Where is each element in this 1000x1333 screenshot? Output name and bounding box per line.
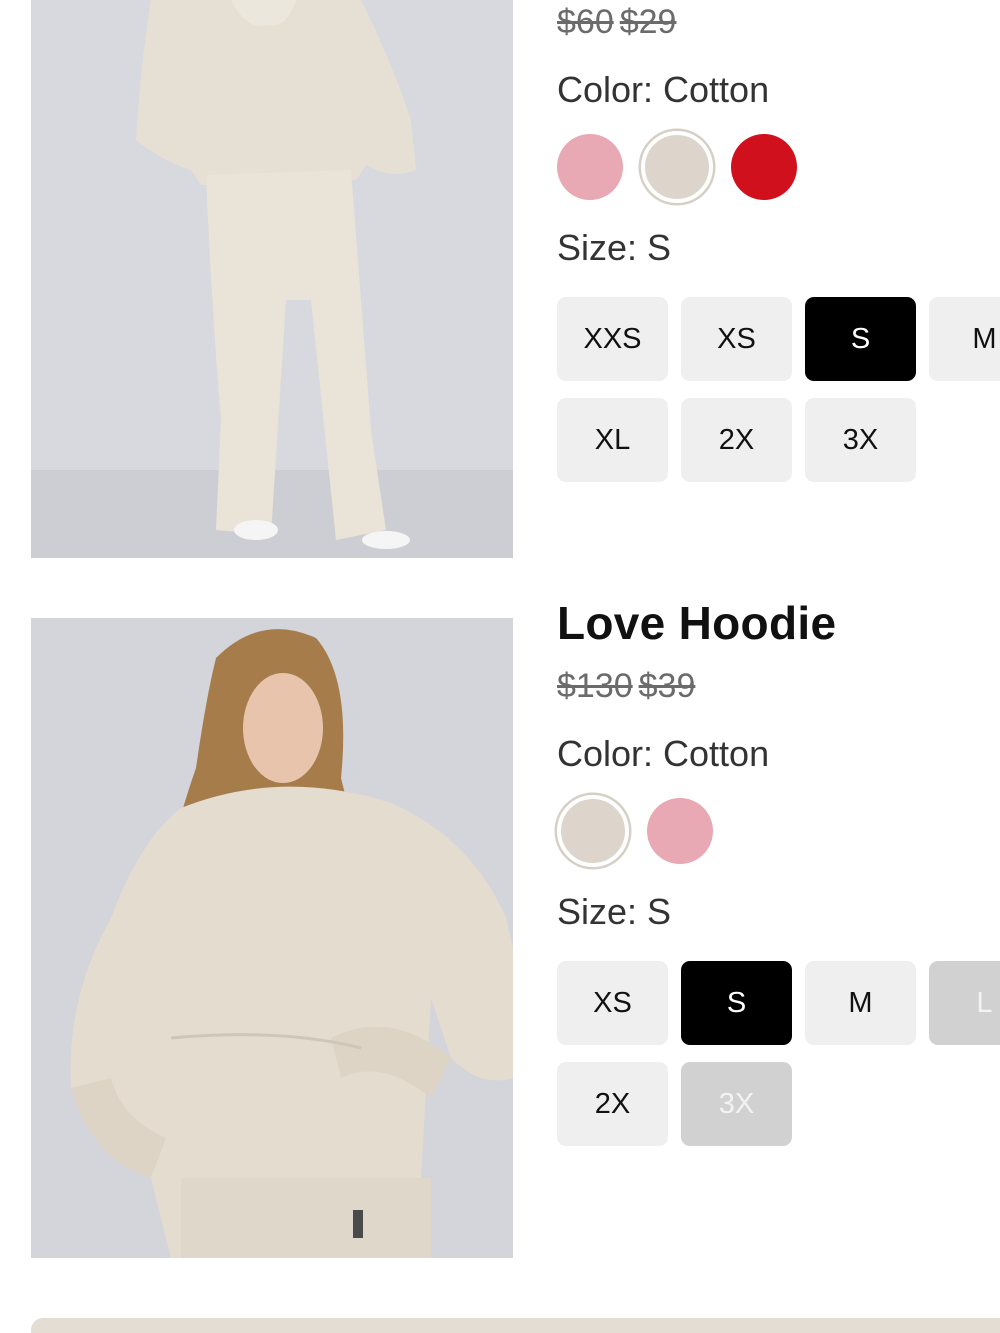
color-swatch-cotton[interactable] xyxy=(641,131,713,203)
size-button-s[interactable]: S xyxy=(681,961,792,1045)
size-button-l[interactable]: L xyxy=(929,961,1000,1045)
size-button-xxs[interactable]: XXS xyxy=(557,297,668,381)
size-button-xl[interactable]: XL xyxy=(557,398,668,482)
color-swatches xyxy=(557,128,1000,206)
size-label: Size: S xyxy=(557,227,672,268)
size-button-m[interactable]: M xyxy=(929,297,1000,381)
next-product-card-edge xyxy=(31,1318,1000,1333)
model-in-tracksuit-image xyxy=(31,0,513,558)
product-image[interactable] xyxy=(31,0,513,558)
product-image[interactable] xyxy=(31,618,513,1258)
size-options: XXS XS S M XL 2X 3X xyxy=(557,297,1000,482)
color-swatch-cotton[interactable] xyxy=(557,795,629,867)
color-swatch-pink[interactable] xyxy=(647,798,713,864)
original-price: $130 xyxy=(557,667,633,705)
size-options: XS S M L 2X 3X xyxy=(557,961,1000,1146)
color-swatch-red[interactable] xyxy=(731,134,797,200)
color-swatches xyxy=(557,792,1000,870)
size-button-2x[interactable]: 2X xyxy=(681,398,792,482)
size-button-2x[interactable]: 2X xyxy=(557,1062,668,1146)
product-title[interactable]: Love Hoodie xyxy=(557,596,1000,650)
product-info: $60 $29 Color: Cotton Size: S XXS XS S M … xyxy=(557,0,1000,482)
color-swatch-pink[interactable] xyxy=(557,134,623,200)
original-price: $60 xyxy=(557,3,614,41)
product-info: Love Hoodie $130 $39 Color: Cotton Size: … xyxy=(557,596,1000,1146)
size-button-xs[interactable]: XS xyxy=(557,961,668,1045)
size-button-3x[interactable]: 3X xyxy=(681,1062,792,1146)
color-label: Color: Cotton xyxy=(557,69,770,110)
color-label: Color: Cotton xyxy=(557,733,770,774)
size-label: Size: S xyxy=(557,891,672,932)
price: $60 $29 xyxy=(557,0,1000,44)
product-list-page: $60 $29 Color: Cotton Size: S XXS XS S M … xyxy=(0,0,1000,1333)
size-button-m[interactable]: M xyxy=(805,961,916,1045)
model-in-hoodie-image xyxy=(31,618,513,1258)
price: $130 $39 xyxy=(557,664,1000,708)
sale-price: $39 xyxy=(638,667,696,705)
size-button-3x[interactable]: 3X xyxy=(805,398,916,482)
size-button-s[interactable]: S xyxy=(805,297,916,381)
size-button-xs[interactable]: XS xyxy=(681,297,792,381)
sale-price: $29 xyxy=(619,3,677,41)
